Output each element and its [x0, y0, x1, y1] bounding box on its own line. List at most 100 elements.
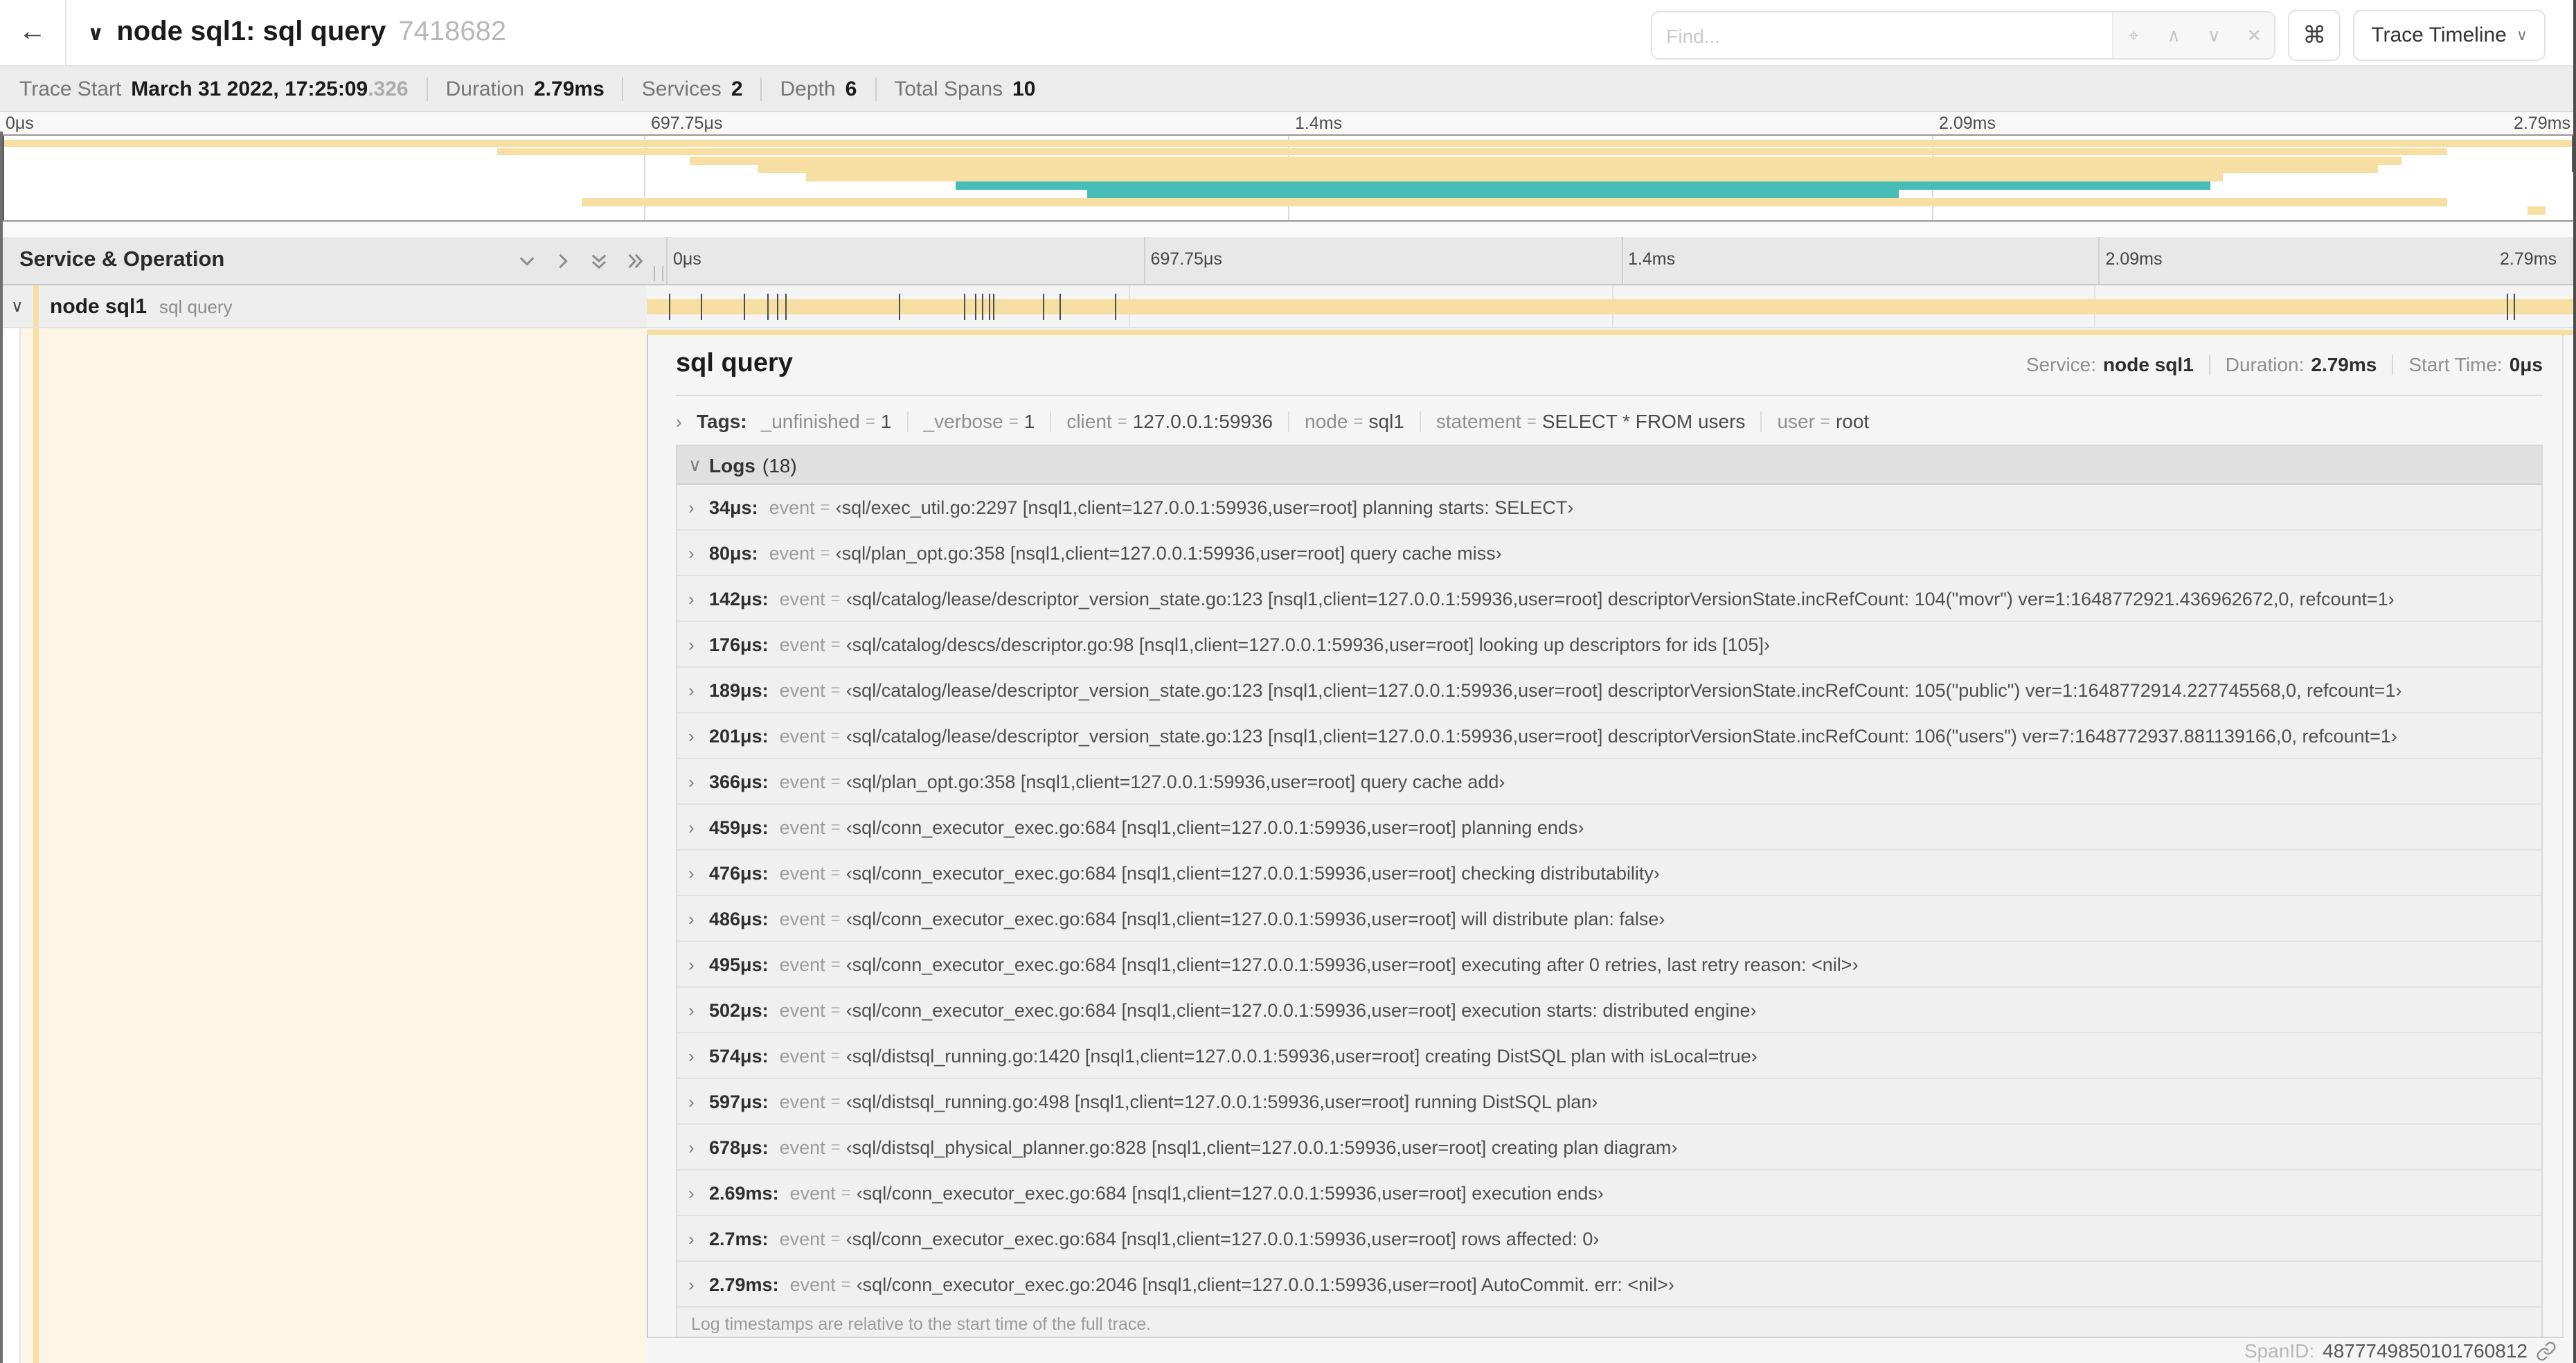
- chevron-right-icon[interactable]: ›: [688, 817, 709, 837]
- chevron-right-icon[interactable]: ›: [688, 588, 709, 609]
- log-row[interactable]: › 495μs: event = ‹sql/conn_executor_exec.go:…: [677, 942, 2541, 988]
- span-duration-bar[interactable]: [647, 299, 2576, 314]
- axis-gridline: [2098, 237, 2100, 284]
- chevron-right-icon[interactable]: ›: [688, 634, 709, 654]
- time-tick-label: 2.79ms: [2500, 249, 2557, 269]
- log-row[interactable]: › 189μs: event = ‹sql/catalog/lease/descript…: [677, 668, 2541, 713]
- log-marker[interactable]: [785, 294, 787, 320]
- keyboard-shortcuts-button[interactable]: ⌘: [2288, 10, 2341, 61]
- log-marker[interactable]: [963, 294, 965, 320]
- column-resizer[interactable]: [654, 266, 663, 281]
- chevron-right-icon[interactable]: ›: [688, 999, 709, 1020]
- span-row-name-cell[interactable]: ∨ node sql1 sql query: [0, 285, 647, 328]
- chevron-up-icon[interactable]: ∧: [2154, 12, 2194, 58]
- log-marker[interactable]: [1043, 294, 1045, 320]
- axis-gridline: [1143, 237, 1145, 284]
- expand-all-icon[interactable]: [625, 251, 644, 270]
- log-marker[interactable]: [776, 294, 778, 320]
- page-header: ← ∨ node sql1: sql query 7418682 ⌖∧∨✕ ⌘ …: [0, 0, 2576, 66]
- span-row[interactable]: ∨ node sql1 sql query: [0, 285, 2576, 328]
- service-operation-header: Service & Operation: [0, 237, 666, 285]
- span-row-timeline-cell[interactable]: [647, 285, 2576, 328]
- log-marker[interactable]: [982, 294, 984, 320]
- collapse-all-icon[interactable]: [589, 251, 608, 270]
- collapse-controls: [517, 251, 644, 270]
- chevron-right-icon[interactable]: ›: [688, 542, 709, 563]
- chevron-right-icon[interactable]: ›: [688, 725, 709, 746]
- collapse-one-icon[interactable]: [517, 251, 536, 270]
- chevron-right-icon[interactable]: ›: [688, 497, 709, 517]
- chevron-right-icon[interactable]: ›: [688, 679, 709, 700]
- log-row[interactable]: › 476μs: event = ‹sql/conn_executor_exec.go:…: [677, 850, 2541, 896]
- timeline-axis-header: 0μs 697.75μs 1.4ms 2.09ms 2.79ms: [666, 237, 2576, 285]
- chevron-right-icon[interactable]: ›: [688, 1137, 709, 1157]
- log-row[interactable]: › 34μs: event = ‹sql/exec_util.go:2297 [nsql…: [677, 485, 2541, 531]
- deep-link-icon[interactable]: [2536, 1340, 2557, 1361]
- chevron-right-icon[interactable]: ›: [688, 1274, 709, 1294]
- log-marker[interactable]: [899, 294, 901, 320]
- log-row[interactable]: › 2.7ms: event = ‹sql/conn_executor_exec.go:…: [677, 1216, 2541, 1262]
- log-row[interactable]: › 366μs: event = ‹sql/plan_opt.go:358 [nsql1…: [677, 759, 2541, 805]
- trace-minimap[interactable]: [0, 134, 2576, 222]
- trace-timeline-page: ← ∨ node sql1: sql query 7418682 ⌖∧∨✕ ⌘ …: [0, 0, 2576, 1363]
- chevron-right-icon[interactable]: ›: [688, 771, 709, 792]
- trace-meta-value: 2: [731, 77, 743, 100]
- log-marker[interactable]: [767, 294, 769, 320]
- log-timestamp: 574μs:: [709, 1045, 769, 1066]
- chevron-right-icon[interactable]: ›: [688, 908, 709, 929]
- chevron-right-icon[interactable]: ›: [676, 411, 697, 431]
- chevron-right-icon[interactable]: ›: [688, 862, 709, 883]
- log-row[interactable]: › 80μs: event = ‹sql/plan_opt.go:358 [nsql1,…: [677, 531, 2541, 576]
- log-timestamp: 201μs:: [709, 725, 769, 746]
- trace-view-selector[interactable]: Trace Timeline ∨: [2353, 10, 2546, 61]
- logs-header[interactable]: ∨ Logs (18): [677, 446, 2541, 485]
- log-row[interactable]: › 2.69ms: event = ‹sql/conn_executor_exec.go…: [677, 1170, 2541, 1216]
- tags-row[interactable]: › Tags: _unfinished = 1 _verbose = 1 client = 12…: [676, 410, 2543, 432]
- span-collapse-icon[interactable]: ∨: [11, 296, 30, 316]
- chevron-right-icon[interactable]: ›: [688, 1182, 709, 1203]
- log-marker[interactable]: [993, 294, 995, 320]
- log-marker[interactable]: [744, 294, 746, 320]
- log-marker[interactable]: [1059, 294, 1061, 320]
- log-row[interactable]: › 2.79ms: event = ‹sql/conn_executor_exec.go…: [677, 1262, 2541, 1308]
- log-row[interactable]: › 574μs: event = ‹sql/distsql_running.go:142…: [677, 1033, 2541, 1079]
- log-marker[interactable]: [2506, 294, 2508, 320]
- span-operation-name: sql query: [159, 296, 233, 317]
- log-marker[interactable]: [975, 294, 977, 320]
- chevron-right-icon[interactable]: ›: [688, 1045, 709, 1066]
- chevron-right-icon[interactable]: ›: [688, 1091, 709, 1112]
- tag-value: 1: [880, 410, 892, 432]
- log-marker[interactable]: [701, 294, 703, 320]
- close-icon[interactable]: ✕: [2234, 12, 2274, 58]
- chevron-right-icon[interactable]: ›: [688, 954, 709, 974]
- log-equals: =: [830, 772, 841, 791]
- log-marker[interactable]: [988, 294, 990, 320]
- trace-view-label: Trace Timeline: [2371, 24, 2507, 47]
- locate-icon[interactable]: ⌖: [2113, 12, 2154, 58]
- log-equals: =: [841, 1183, 851, 1202]
- log-row[interactable]: › 502μs: event = ‹sql/conn_executor_exec.go:…: [677, 988, 2541, 1033]
- log-field-key: event: [769, 497, 815, 517]
- vertical-scrollbar[interactable]: [2573, 0, 2576, 1363]
- log-timestamp: 2.7ms:: [709, 1228, 769, 1249]
- chevron-right-icon[interactable]: ›: [688, 1228, 709, 1249]
- chevron-down-icon[interactable]: ∨: [2194, 12, 2234, 58]
- log-row[interactable]: › 678μs: event = ‹sql/distsql_physical_plann…: [677, 1125, 2541, 1170]
- log-event-value: ‹sql/conn_executor_exec.go:684 [nsql1,cl…: [846, 1228, 1600, 1249]
- trace-meta-value: March 31 2022, 17:25:09.326: [131, 77, 409, 100]
- log-row[interactable]: › 176μs: event = ‹sql/catalog/descs/descript…: [677, 622, 2541, 668]
- log-row[interactable]: › 142μs: event = ‹sql/catalog/lease/descript…: [677, 576, 2541, 622]
- minimap-span-bar: [690, 156, 2401, 165]
- log-marker[interactable]: [2513, 294, 2514, 320]
- log-marker[interactable]: [1114, 294, 1116, 320]
- trace-collapse-icon[interactable]: ∨: [87, 20, 104, 45]
- log-row[interactable]: › 201μs: event = ‹sql/catalog/lease/descript…: [677, 713, 2541, 759]
- log-row[interactable]: › 597μs: event = ‹sql/distsql_running.go:498…: [677, 1079, 2541, 1125]
- log-row[interactable]: › 459μs: event = ‹sql/conn_executor_exec.go:…: [677, 805, 2541, 850]
- log-timestamp: 597μs:: [709, 1091, 769, 1112]
- back-button[interactable]: ←: [0, 0, 66, 65]
- find-input[interactable]: [1652, 12, 2113, 58]
- log-marker[interactable]: [669, 294, 671, 320]
- expand-one-icon[interactable]: [553, 251, 572, 270]
- log-row[interactable]: › 486μs: event = ‹sql/conn_executor_exec.go:…: [677, 896, 2541, 942]
